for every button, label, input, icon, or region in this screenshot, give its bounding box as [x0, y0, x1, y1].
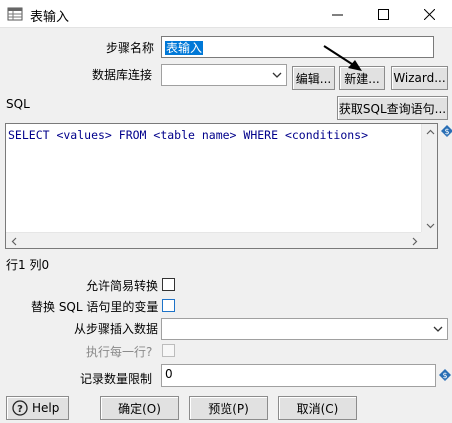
scroll-down-arrow[interactable] [422, 217, 438, 233]
connection-label: 数据库连接 [92, 68, 153, 82]
step-name-label: 步骤名称 [106, 41, 155, 55]
replace-variables-label: 替换 SQL 语句里的变量 [31, 300, 159, 314]
close-icon [423, 8, 435, 20]
preview-button[interactable]: 预览(P) [189, 396, 268, 420]
window-title: 表输入 [30, 10, 70, 25]
horizontal-scrollbar[interactable] [6, 232, 422, 248]
variable-icon: $ [441, 125, 452, 137]
minimize-icon [331, 14, 343, 15]
help-label: Help [32, 401, 60, 415]
close-button[interactable] [406, 0, 452, 28]
table-input-icon [7, 7, 23, 21]
svg-text:$: $ [444, 127, 449, 136]
lazy-conversion-label: 允许简易转换 [86, 279, 159, 293]
help-icon: ? [12, 400, 28, 416]
lazy-conversion-checkbox[interactable] [162, 278, 175, 291]
connection-select[interactable] [161, 64, 287, 86]
variable-icon: $ [439, 369, 451, 381]
execute-each-row-checkbox[interactable] [162, 344, 175, 357]
maximize-icon [377, 8, 389, 20]
chevron-up-icon [426, 129, 434, 134]
limit-label: 记录数量限制 [80, 372, 153, 386]
title-bar: 表输入 [0, 0, 452, 28]
insert-from-step-label: 从步骤插入数据 [74, 322, 159, 336]
chevron-right-icon [412, 237, 417, 245]
help-button[interactable]: ? Help [6, 396, 69, 420]
maximize-button[interactable] [360, 0, 406, 28]
minimize-button[interactable] [314, 0, 360, 28]
wizard-button[interactable]: Wizard... [391, 66, 448, 90]
svg-text:$: $ [442, 371, 447, 380]
cursor-position: 行1 列0 [6, 258, 50, 272]
scroll-up-arrow[interactable] [422, 124, 438, 140]
scroll-left-arrow[interactable] [6, 233, 22, 249]
step-name-field[interactable]: 表输入 [161, 36, 434, 58]
vertical-scrollbar[interactable] [421, 124, 437, 233]
limit-value: 0 [165, 367, 173, 381]
pointer-arrow-icon [323, 45, 362, 71]
chevron-left-icon [11, 237, 16, 245]
sql-editor[interactable]: SELECT <values> FROM <table name> WHERE … [5, 123, 438, 249]
sql-label: SQL [6, 97, 30, 111]
insert-from-step-select[interactable] [161, 318, 448, 340]
svg-text:?: ? [17, 404, 23, 415]
scrollbar-corner [421, 232, 437, 248]
scroll-right-arrow[interactable] [406, 233, 422, 249]
execute-each-row-label: 执行每一行? [86, 345, 153, 359]
sql-text: SELECT <values> FROM <table name> WHERE … [8, 128, 369, 142]
chevron-down-icon [433, 326, 443, 332]
step-name-value: 表输入 [165, 41, 204, 55]
get-sql-button[interactable]: 获取SQL查询语句... [337, 96, 448, 120]
ok-button[interactable]: 确定(O) [100, 396, 179, 420]
chevron-down-icon [426, 223, 434, 228]
limit-field[interactable]: 0 [161, 364, 436, 387]
replace-variables-checkbox[interactable] [162, 299, 175, 312]
chevron-down-icon [272, 72, 282, 78]
cancel-button[interactable]: 取消(C) [278, 396, 357, 420]
